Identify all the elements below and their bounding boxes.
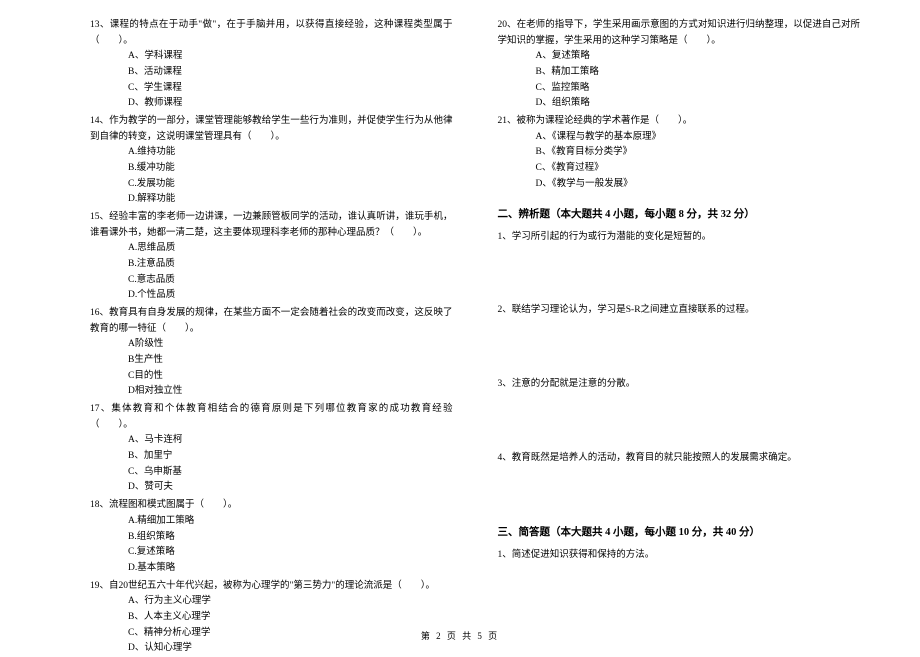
section-3-title: 三、简答题（本大题共 4 小题，每小题 10 分，共 40 分） [498,524,861,541]
q14-opt-c: C.发展功能 [90,177,453,193]
q20-opt-a: A、复述策略 [498,49,861,65]
q20-opt-b: B、精加工策略 [498,65,861,81]
q15-opt-c: C.意志品质 [90,273,453,289]
q13-opt-d: D、教师课程 [90,96,453,112]
q14-stem: 14、作为教学的一部分，课堂管理能够教给学生一些行为准则，并促使学生行为从他律到… [90,114,453,145]
q18-opt-c: C.复述策略 [90,545,453,561]
analysis-q2: 2、联结学习理论认为，学习是S-R之间建立直接联系的过程。 [498,303,861,319]
q19-opt-a: A、行为主义心理学 [90,594,453,610]
question-13: 13、课程的特点在于动手"做"，在于手脑并用，以获得直接经验，这种课程类型属于（… [90,18,453,112]
q17-opt-b: B、加里宁 [90,449,453,465]
left-column: 13、课程的特点在于动手"做"，在于手脑并用，以获得直接经验，这种课程类型属于（… [90,18,453,613]
q17-opt-a: A、马卡连柯 [90,433,453,449]
q19-opt-d: D、认知心理学 [90,641,453,657]
q15-stem: 15、经验丰富的李老师一边讲课，一边兼顾管板同学的活动，谁认真听讲，谁玩手机，谁… [90,210,453,241]
q18-stem: 18、流程图和模式图属于（ ）。 [90,498,453,514]
q18-opt-b: B.组织策略 [90,530,453,546]
q20-opt-d: D、组织策略 [498,96,861,112]
right-column: 20、在老师的指导下，学生采用画示意图的方式对知识进行归纳整理，以促进自己对所学… [498,18,861,613]
q17-stem: 17、集体教育和个体教育相结合的德育原则是下列哪位教育家的成功教育经验（ ）。 [90,402,453,433]
q16-opt-a: A阶级性 [90,337,453,353]
q21-opt-b: B、《教育目标分类学》 [498,145,861,161]
analysis-q1: 1、学习所引起的行为或行为潜能的变化是短暂的。 [498,230,861,246]
question-19: 19、自20世纪五六十年代兴起，被称为心理学的"第三势力"的理论流派是（ ）。 … [90,579,453,657]
q13-stem: 13、课程的特点在于动手"做"，在于手脑并用，以获得直接经验，这种课程类型属于（… [90,18,453,49]
q15-opt-a: A.思维品质 [90,241,453,257]
question-18: 18、流程图和模式图属于（ ）。 A.精细加工策略 B.组织策略 C.复述策略 … [90,498,453,576]
q15-opt-b: B.注意品质 [90,257,453,273]
question-14: 14、作为教学的一部分，课堂管理能够教给学生一些行为准则，并促使学生行为从他律到… [90,114,453,208]
page-content: 13、课程的特点在于动手"做"，在于手脑并用，以获得直接经验，这种课程类型属于（… [90,18,860,613]
q16-opt-b: B生产性 [90,353,453,369]
q13-opt-c: C、学生课程 [90,81,453,97]
q21-opt-d: D、《教学与一般发展》 [498,177,861,193]
q17-opt-c: C、乌申斯基 [90,465,453,481]
q13-opt-b: B、活动课程 [90,65,453,81]
q14-opt-b: B.缓冲功能 [90,161,453,177]
question-15: 15、经验丰富的李老师一边讲课，一边兼顾管板同学的活动，谁认真听讲，谁玩手机，谁… [90,210,453,304]
q13-opt-a: A、学科课程 [90,49,453,65]
q15-opt-d: D.个性品质 [90,288,453,304]
question-16: 16、教育具有自身发展的规律，在某些方面不一定会随着社会的改变而改变，这反映了教… [90,306,453,400]
q18-opt-a: A.精细加工策略 [90,514,453,530]
q16-opt-c: C目的性 [90,369,453,385]
q17-opt-d: D、赞可夫 [90,480,453,496]
q21-opt-a: A、《课程与教学的基本原理》 [498,130,861,146]
q16-stem: 16、教育具有自身发展的规律，在某些方面不一定会随着社会的改变而改变，这反映了教… [90,306,453,337]
q19-opt-b: B、人本主义心理学 [90,610,453,626]
q19-stem: 19、自20世纪五六十年代兴起，被称为心理学的"第三势力"的理论流派是（ ）。 [90,579,453,595]
section-2-title: 二、辨析题（本大题共 4 小题，每小题 8 分，共 32 分） [498,206,861,223]
q21-opt-c: C、《教育过程》 [498,161,861,177]
q20-stem: 20、在老师的指导下，学生采用画示意图的方式对知识进行归纳整理，以促进自己对所学… [498,18,861,49]
short-answer-q1: 1、简述促进知识获得和保持的方法。 [498,548,861,564]
question-21: 21、被称为课程论经典的学术著作是（ ）。 A、《课程与教学的基本原理》 B、《… [498,114,861,192]
question-20: 20、在老师的指导下，学生采用画示意图的方式对知识进行归纳整理，以促进自己对所学… [498,18,861,112]
page-footer: 第 2 页 共 5 页 [0,629,920,642]
question-17: 17、集体教育和个体教育相结合的德育原则是下列哪位教育家的成功教育经验（ ）。 … [90,402,453,496]
q20-opt-c: C、监控策略 [498,81,861,97]
q18-opt-d: D.基本策略 [90,561,453,577]
analysis-q3: 3、注意的分配就是注意的分散。 [498,377,861,393]
q21-stem: 21、被称为课程论经典的学术著作是（ ）。 [498,114,861,130]
q14-opt-a: A.维持功能 [90,145,453,161]
analysis-q4: 4、教育既然是培养人的活动，教育目的就只能按照人的发展需求确定。 [498,451,861,467]
q16-opt-d: D相对独立性 [90,384,453,400]
q14-opt-d: D.解释功能 [90,192,453,208]
